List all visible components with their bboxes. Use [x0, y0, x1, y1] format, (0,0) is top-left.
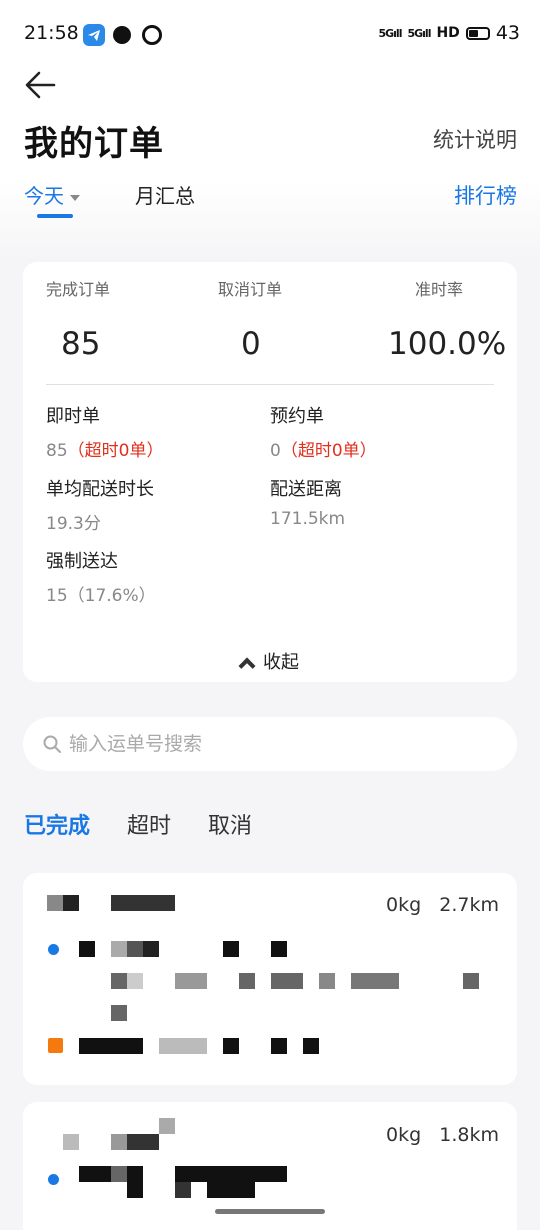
completed-orders-label: 完成订单	[46, 280, 111, 299]
redacted-content	[239, 973, 255, 989]
stats-explain-link[interactable]: 统计说明	[433, 124, 517, 154]
collapse-button[interactable]: 收起	[23, 648, 517, 675]
chevron-up-icon	[238, 657, 256, 675]
redacted-content	[127, 1166, 143, 1198]
divider	[46, 384, 494, 385]
back-arrow-icon[interactable]	[24, 70, 56, 100]
redacted-content	[271, 941, 287, 957]
delivery-distance-value: 171.5km	[270, 509, 346, 529]
page-title: 我的订单	[24, 124, 164, 164]
redacted-content	[223, 941, 239, 957]
order-card[interactable]: 0kg 2.7km	[23, 873, 517, 1085]
dropoff-marker	[48, 1038, 63, 1053]
ontime-rate-value: 100.0%	[388, 326, 507, 362]
collapse-label: 收起	[263, 652, 299, 673]
home-indicator[interactable]	[215, 1209, 325, 1214]
redacted-content	[463, 973, 479, 989]
pickup-marker	[48, 944, 59, 955]
redacted-content	[159, 1118, 175, 1134]
redacted-content	[111, 895, 175, 911]
redacted-content	[223, 1038, 239, 1054]
redacted-content	[79, 1038, 143, 1054]
instant-orders-label: 即时单	[46, 406, 100, 427]
battery-icon	[465, 26, 490, 40]
avg-delivery-time-label: 单均配送时长	[46, 479, 154, 500]
search-input[interactable]	[69, 729, 489, 759]
cancelled-orders-label: 取消订单	[218, 280, 283, 299]
redacted-content	[79, 1166, 111, 1182]
telegram-icon	[83, 24, 105, 46]
network-label: HD	[436, 25, 460, 41]
order-meta: 0kg 2.7km	[386, 894, 499, 916]
face-icon	[142, 25, 162, 45]
search-icon	[43, 735, 61, 753]
completed-orders-value: 85	[61, 326, 101, 362]
status-indicators: 5Gıll 5Gıll HD 43	[378, 22, 520, 44]
redacted-content	[303, 1038, 319, 1054]
order-weight: 0kg	[385, 1124, 422, 1146]
status-time: 21:58	[24, 22, 79, 44]
avg-delivery-time-value: 19.3分	[46, 514, 101, 534]
signal-icon: 5Gıll	[378, 26, 402, 40]
redacted-content	[63, 895, 79, 911]
instant-overtime: （超时0单）	[67, 441, 164, 461]
order-meta: 0kg 1.8km	[386, 1124, 499, 1146]
reserved-overtime: （超时0单）	[280, 441, 377, 461]
order-distance: 2.7km	[439, 894, 499, 916]
summary-card: 完成订单 取消订单 准时率 85 0 100.0% 即时单 85（超时0单） 预…	[23, 262, 517, 682]
redacted-content	[63, 1134, 79, 1150]
redacted-content	[127, 1134, 159, 1150]
redacted-content	[111, 941, 127, 957]
tab-cancelled[interactable]: 取消	[208, 808, 252, 840]
redacted-content	[111, 1166, 127, 1182]
redacted-content	[271, 1038, 287, 1054]
message-icon	[113, 26, 131, 44]
redacted-content	[111, 973, 127, 989]
cancelled-orders-value: 0	[241, 326, 261, 362]
forced-delivery-label: 强制送达	[46, 551, 118, 572]
reserved-orders-label: 预约单	[270, 406, 324, 427]
tab-today-label: 今天	[24, 184, 64, 208]
chevron-down-icon	[70, 194, 80, 201]
search-bar[interactable]	[23, 717, 517, 771]
redacted-content	[175, 973, 207, 989]
redacted-content	[127, 941, 143, 957]
redacted-content	[143, 941, 159, 957]
pickup-marker	[48, 1174, 59, 1185]
redacted-content	[207, 1182, 255, 1198]
order-distance: 1.8km	[439, 1124, 499, 1146]
redacted-content	[175, 1182, 191, 1198]
tab-today[interactable]: 今天	[24, 180, 80, 209]
tab-overtime[interactable]: 超时	[127, 808, 171, 840]
signal-icon: 5Gıll	[407, 26, 431, 40]
tab-month-summary[interactable]: 月汇总	[135, 180, 195, 209]
ranking-link[interactable]: 排行榜	[454, 180, 517, 210]
redacted-content	[79, 941, 95, 957]
redacted-content	[175, 1166, 287, 1182]
redacted-content	[351, 973, 399, 989]
redacted-content	[159, 1038, 207, 1054]
instant-orders-value: 85（超时0单）	[46, 441, 164, 461]
delivery-distance-label: 配送距离	[270, 479, 342, 500]
forced-delivery-value: 15（17.6%）	[46, 586, 156, 606]
battery-level: 43	[495, 22, 520, 44]
tab-completed[interactable]: 已完成	[24, 808, 90, 840]
redacted-content	[271, 973, 303, 989]
redacted-content	[111, 1005, 127, 1021]
tab-indicator	[37, 214, 73, 218]
ontime-rate-label: 准时率	[415, 280, 464, 299]
order-weight: 0kg	[385, 894, 422, 916]
reserved-orders-value: 0（超时0单）	[270, 441, 377, 461]
status-bar: 21:58 5Gıll 5Gıll HD 43	[0, 20, 540, 50]
redacted-content	[319, 973, 335, 989]
redacted-content	[111, 1134, 127, 1150]
redacted-content	[47, 895, 63, 911]
redacted-content	[127, 973, 143, 989]
